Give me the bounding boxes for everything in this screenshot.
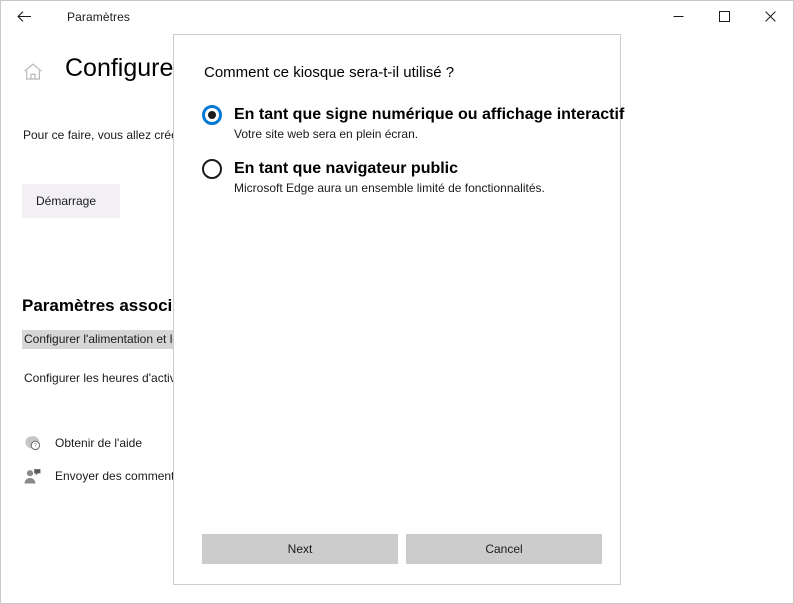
back-arrow-icon (16, 8, 33, 25)
maximize-button[interactable] (701, 1, 747, 32)
feedback-person-icon (22, 466, 42, 486)
home-icon[interactable] (21, 60, 45, 84)
option-digital-sign-label: En tant que signe numérique ou affichage… (234, 106, 625, 123)
back-button[interactable] (1, 1, 47, 32)
dialog-actions: Next Cancel (202, 534, 602, 564)
next-button[interactable]: Next (202, 534, 398, 564)
radio-public-browser-icon[interactable] (202, 159, 222, 179)
svg-text:?: ? (33, 443, 36, 449)
minimize-button[interactable] (655, 1, 701, 32)
option-digital-sign-description: Votre site web sera en plein écran. (234, 127, 419, 141)
settings-window: Paramètres Configurer un Pour ce faire, … (0, 0, 794, 604)
window-controls (655, 1, 793, 32)
cancel-button[interactable]: Cancel (406, 534, 602, 564)
radio-digital-sign-icon[interactable] (202, 105, 222, 125)
option-digital-sign[interactable]: En tant que signe numérique ou affichage… (202, 105, 624, 141)
related-settings-heading: Paramètres associés (22, 296, 192, 315)
startup-button[interactable]: Démarrage (22, 184, 120, 218)
option-digital-sign-row[interactable]: En tant que signe numérique ou affichage… (202, 105, 624, 125)
minimize-icon (673, 11, 684, 22)
option-public-browser-row[interactable]: En tant que navigateur public (202, 159, 545, 179)
option-public-browser[interactable]: En tant que navigateur public Microsoft … (202, 159, 545, 195)
close-icon (764, 11, 776, 22)
dialog-question: Comment ce kiosque sera-t-il utilisé ? (204, 64, 455, 81)
get-help-label: Obtenir de l'aide (55, 436, 143, 450)
kiosk-setup-dialog: Comment ce kiosque sera-t-il utilisé ? E… (173, 34, 624, 585)
window-title: Paramètres (67, 9, 131, 24)
help-bubble-icon: ? (22, 433, 42, 453)
get-help-link[interactable]: ? Obtenir de l'aide (22, 433, 142, 453)
option-public-browser-label: En tant que navigateur public (234, 160, 459, 177)
title-bar: Paramètres (1, 1, 793, 32)
related-link-active-hours[interactable]: Configurer les heures d'activité (22, 369, 190, 388)
maximize-icon (718, 11, 730, 22)
option-public-browser-description: Microsoft Edge aura un ensemble limité d… (234, 181, 545, 195)
close-button[interactable] (747, 1, 793, 32)
